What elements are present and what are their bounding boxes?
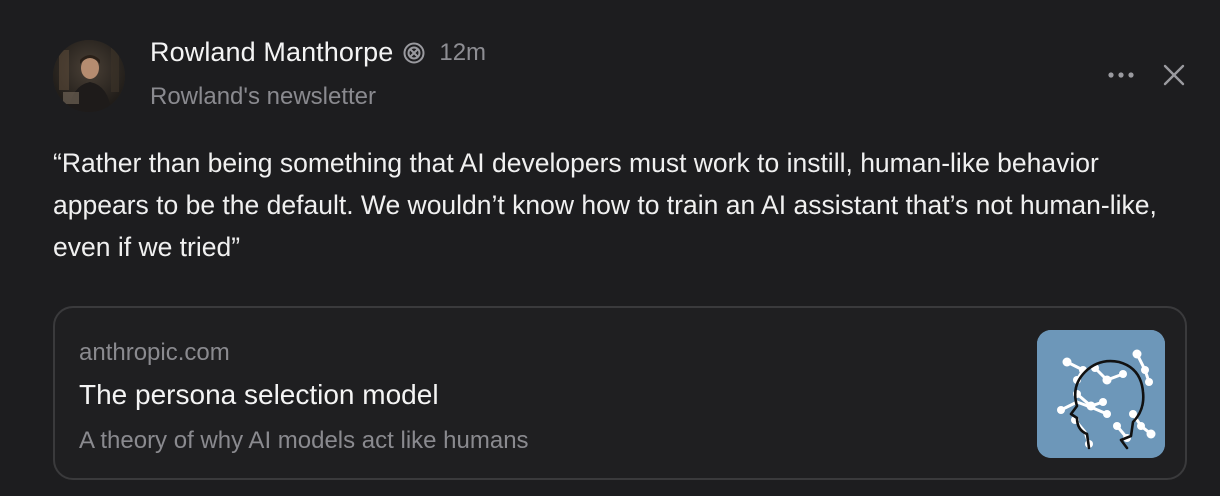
card-thumbnail (1037, 330, 1165, 458)
head-network-icon (1037, 330, 1165, 458)
verified-badge-icon (403, 42, 425, 64)
publication-name[interactable]: Rowland's newsletter (150, 83, 376, 111)
note-post: Rowland Manthorpe 12m Rowland's newslett… (0, 0, 1220, 496)
card-subtitle: A theory of why AI models act like human… (79, 427, 529, 454)
timestamp: 12m (439, 38, 487, 66)
card-domain: anthropic.com (79, 339, 230, 366)
post-body: “Rather than being something that AI dev… (53, 148, 1157, 262)
close-icon[interactable] (1158, 59, 1190, 91)
more-options-icon[interactable] (1104, 62, 1138, 88)
author-row: Rowland Manthorpe 12m (150, 37, 486, 68)
link-preview-card[interactable]: anthropic.com The persona selection mode… (53, 306, 1187, 480)
avatar-image (53, 40, 125, 112)
avatar[interactable] (53, 40, 125, 112)
author-name[interactable]: Rowland Manthorpe (150, 37, 393, 68)
card-title: The persona selection model (79, 379, 439, 410)
